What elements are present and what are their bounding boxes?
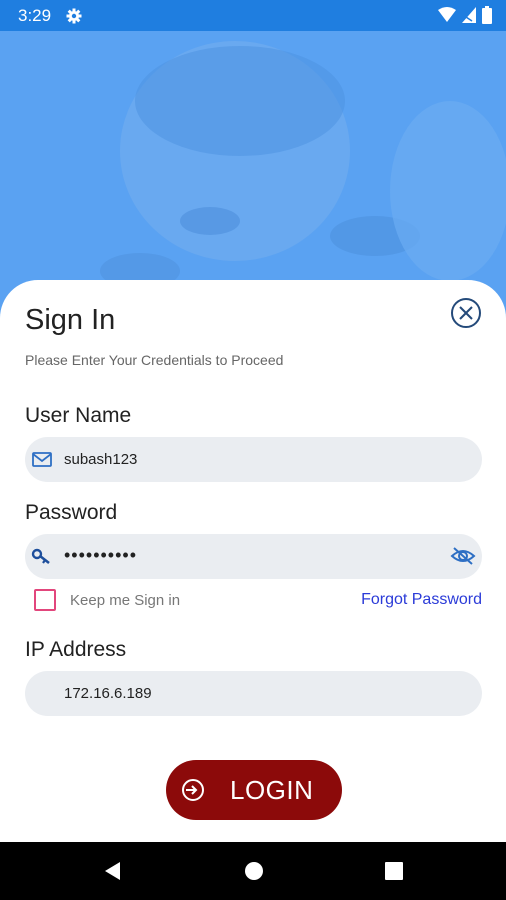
back-icon[interactable] — [102, 860, 124, 882]
login-arrow-icon — [180, 777, 206, 803]
home-icon[interactable] — [243, 860, 265, 882]
password-field[interactable]: •••••••••• — [25, 534, 482, 579]
ip-address-field[interactable]: 172.16.6.189 — [25, 671, 482, 716]
forgot-password-link[interactable]: Forgot Password — [361, 591, 482, 609]
page-title: Sign In — [25, 304, 116, 336]
signal-icon — [462, 7, 476, 28]
close-icon[interactable] — [450, 297, 482, 329]
wifi-icon — [438, 7, 456, 28]
mail-icon — [31, 448, 53, 470]
ip-address-label: IP Address — [25, 638, 127, 661]
username-field[interactable]: subash123 — [25, 437, 482, 482]
ip-address-value: 172.16.6.189 — [64, 685, 152, 702]
password-value: •••••••••• — [64, 545, 138, 565]
username-value: subash123 — [64, 451, 138, 468]
navigation-bar — [0, 842, 506, 900]
keep-signed-in-checkbox[interactable] — [34, 589, 56, 611]
battery-icon — [482, 6, 492, 29]
login-label: LOGIN — [230, 774, 314, 805]
login-button[interactable]: LOGIN — [166, 760, 342, 820]
status-bar: 3:29 — [0, 0, 506, 31]
recents-icon[interactable] — [383, 860, 405, 882]
status-time: 3:29 — [18, 5, 52, 25]
keep-signed-in-label: Keep me Sign in — [70, 592, 181, 609]
key-icon — [31, 545, 53, 567]
username-label: User Name — [25, 404, 132, 427]
password-label: Password — [25, 501, 118, 524]
page-subtitle: Please Enter Your Credentials to Proceed — [25, 352, 284, 368]
status-icons — [438, 6, 492, 29]
gear-icon — [65, 7, 83, 25]
sign-in-sheet: Sign In Please Enter Your Credentials to… — [0, 280, 506, 842]
eye-off-icon[interactable] — [450, 545, 476, 567]
